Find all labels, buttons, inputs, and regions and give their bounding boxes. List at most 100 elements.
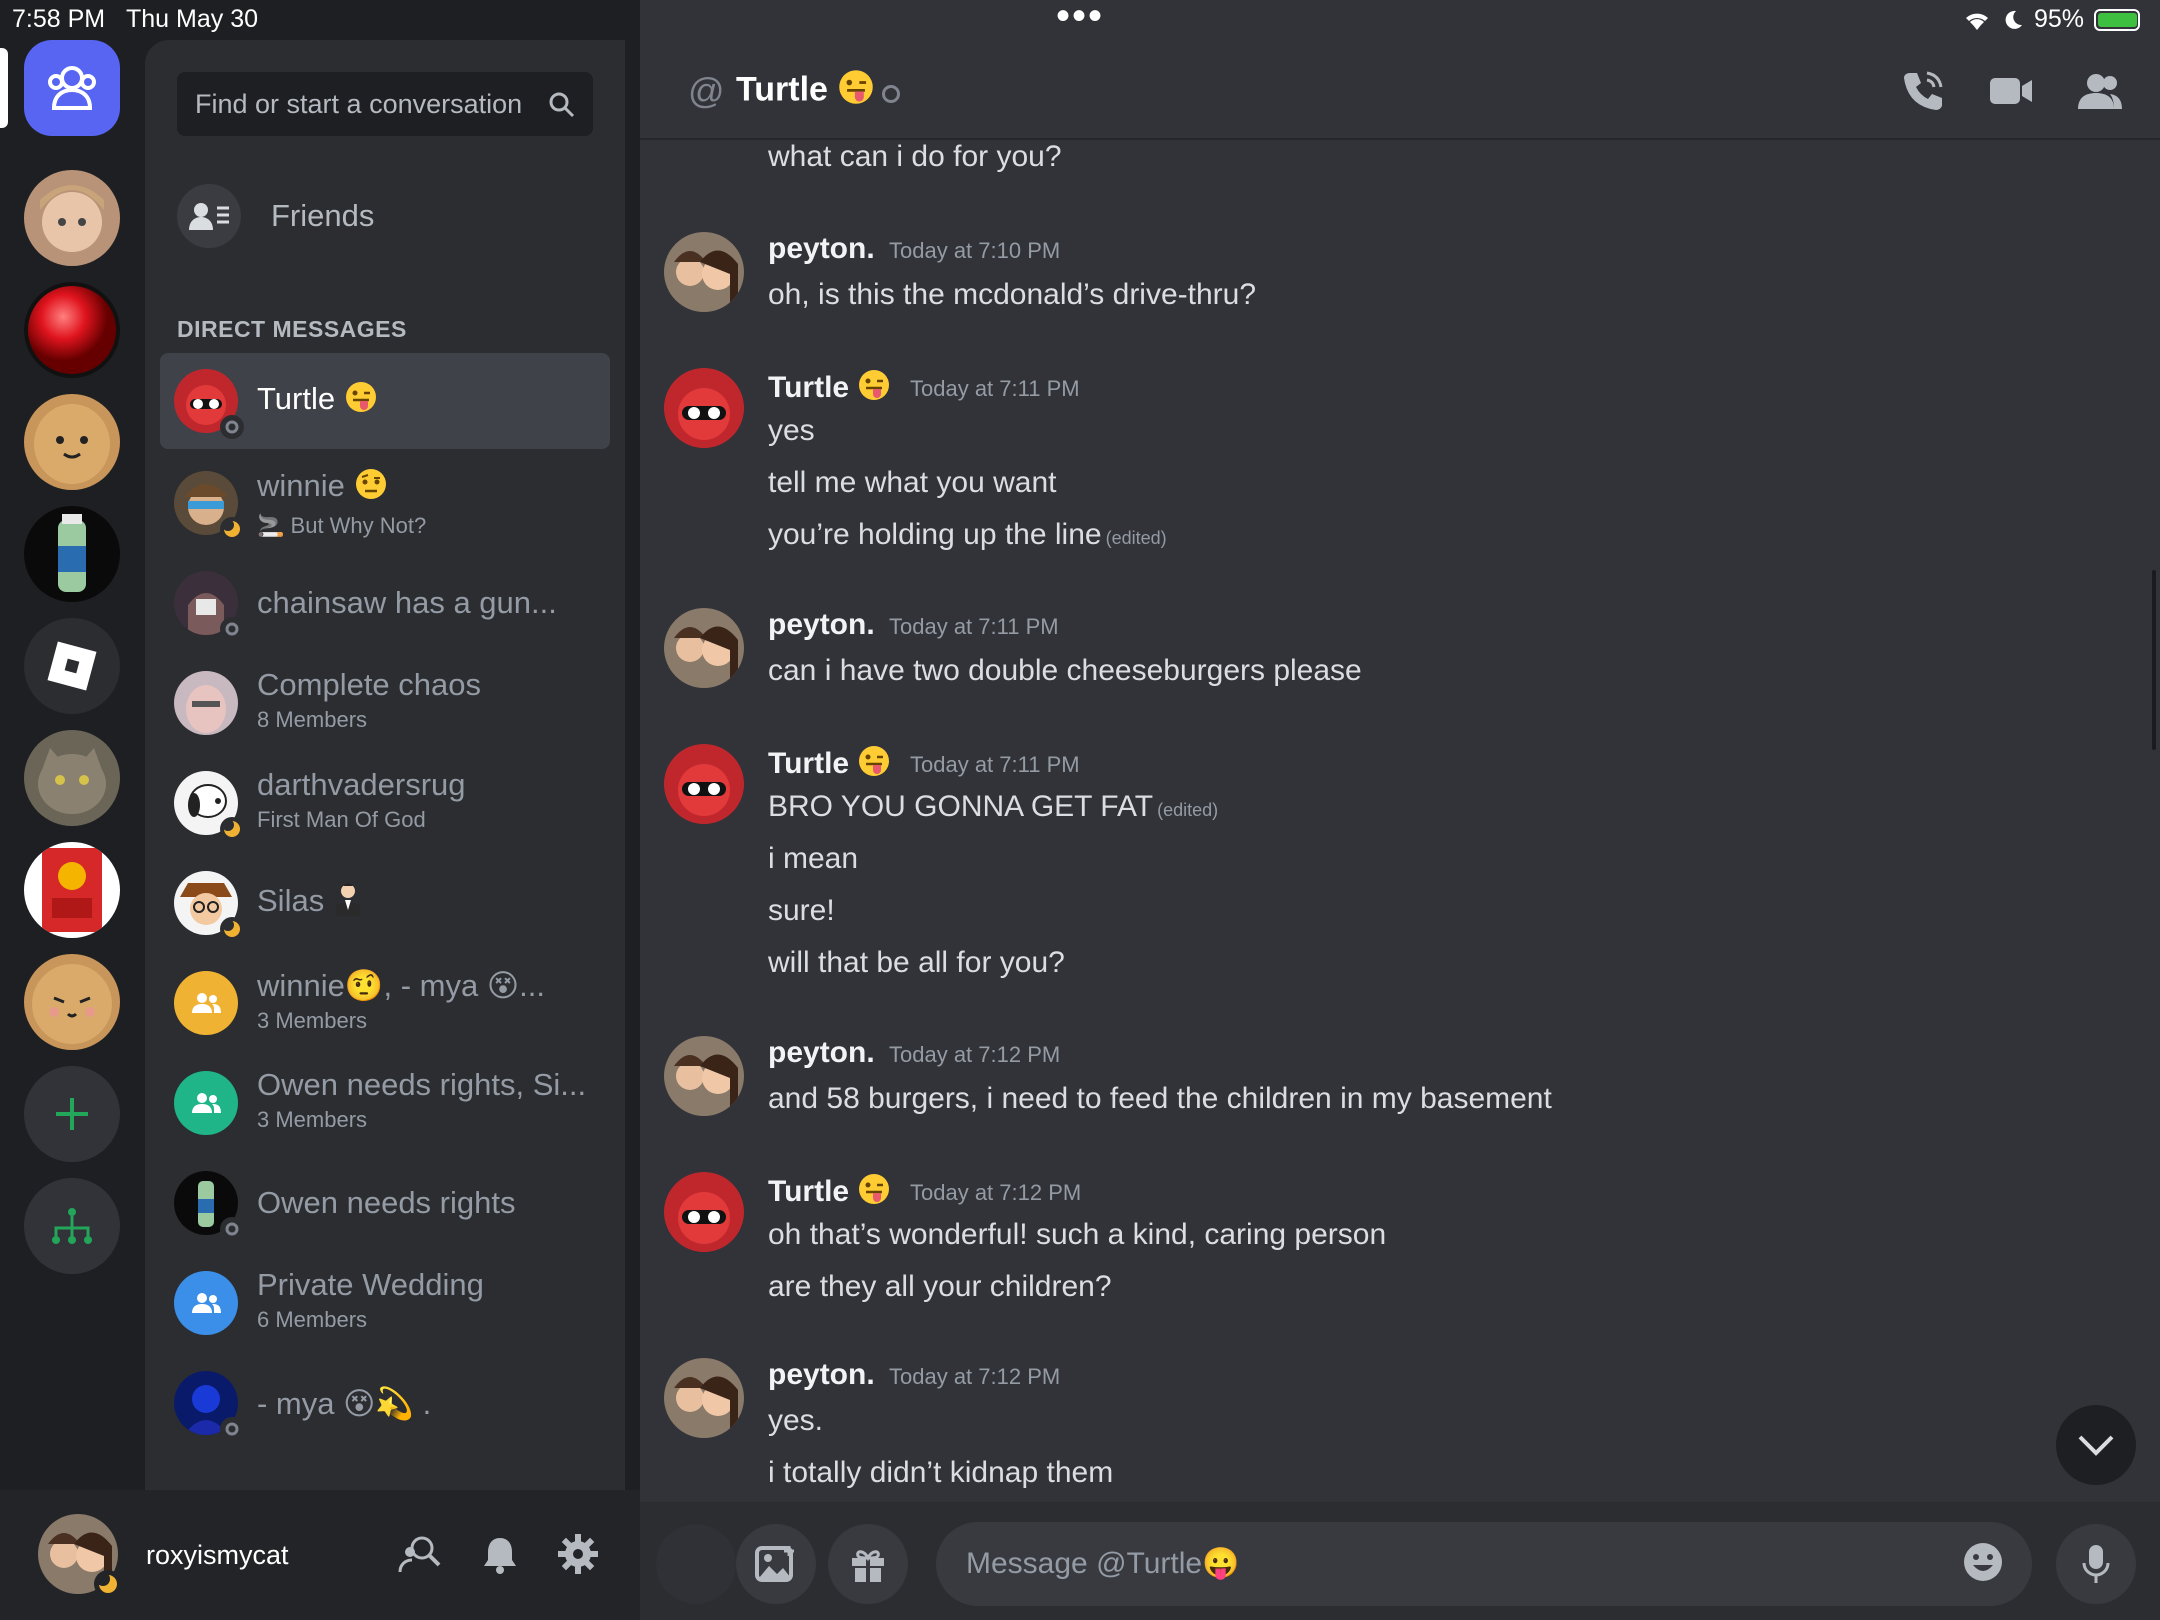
message-line: sure!	[768, 894, 835, 927]
upload-image-button[interactable]	[736, 1524, 816, 1604]
friends-button[interactable]: Friends	[177, 180, 374, 252]
search-bar[interactable]: Find or start a conversation	[177, 72, 593, 136]
idle-status-icon	[94, 1570, 122, 1598]
dm-custom-status: First Man Of God	[257, 807, 426, 832]
chat-recipient-name[interactable]: Turtle	[736, 68, 875, 115]
idle-status-icon	[220, 917, 244, 941]
message-line: i mean	[768, 842, 859, 875]
server-icon-red-ball[interactable]	[24, 282, 120, 378]
add-server-button[interactable]	[24, 1066, 120, 1162]
author-name[interactable]: peyton.	[768, 232, 875, 266]
message-line: you’re holding up the line (edited)	[768, 518, 1167, 551]
dm-item-complete-chaos[interactable]: Complete chaos 8 Members	[160, 653, 610, 753]
dm-name: Silas	[257, 883, 325, 919]
dm-item-group-owen-silas[interactable]: Owen needs rights, Si... 3 Members	[160, 1053, 610, 1153]
username: roxyismycat	[146, 1540, 289, 1570]
avatar	[174, 1271, 238, 1335]
author-avatar[interactable]	[664, 744, 744, 824]
wifi-icon	[1965, 13, 1988, 30]
dm-section-header: DIRECT MESSAGES	[177, 316, 407, 342]
message-line: BRO YOU GONNA GET FAT (edited)	[768, 790, 1219, 823]
user-avatar[interactable]	[38, 1514, 122, 1598]
plus-icon	[56, 1098, 88, 1130]
avatar	[174, 471, 244, 541]
author-name[interactable]: peyton.	[768, 1358, 875, 1392]
dm-item-chainsaw[interactable]: chainsaw has a gun...	[160, 553, 610, 653]
author-avatar[interactable]	[664, 608, 744, 688]
message-input[interactable]	[964, 1546, 1868, 1582]
offline-status-icon	[220, 617, 244, 641]
dm-name: Turtle	[257, 381, 336, 417]
server-icon-potato[interactable]	[24, 394, 120, 490]
scrollbar[interactable]	[2152, 570, 2156, 750]
message-line: and 58 burgers, i need to feed the child…	[768, 1082, 1552, 1115]
author-avatar[interactable]	[664, 368, 744, 448]
dm-item-silas[interactable]: Silas	[160, 853, 610, 953]
tongue-emoji-icon	[857, 1172, 891, 1214]
author-name[interactable]: Turtle	[768, 744, 891, 786]
status-bar: 7:58 PM Thu May 30 ••• 95%	[0, 0, 2160, 40]
edited-label: (edited)	[1105, 528, 1167, 548]
dm-panel: Find or start a conversation Friends DIR…	[145, 40, 625, 1490]
emoji-picker-button[interactable]	[1962, 1541, 2004, 1588]
edited-label: (edited)	[1157, 800, 1219, 820]
server-icon-child-photo[interactable]	[24, 170, 120, 266]
dm-item-private-wedding[interactable]: Private Wedding 6 Members	[160, 1253, 610, 1353]
find-user-button[interactable]	[396, 1530, 444, 1578]
tongue-emoji-icon	[344, 380, 378, 422]
dm-item-darthvadersrug[interactable]: darthvadersrug First Man Of God	[160, 753, 610, 853]
avatar	[174, 971, 238, 1035]
offline-status-icon	[882, 85, 900, 103]
dm-custom-status: But Why Not?	[290, 513, 427, 538]
timestamp: Today at 7:11 PM	[910, 376, 1080, 401]
attach-button[interactable]	[656, 1524, 736, 1604]
explore-servers-button[interactable]	[24, 1178, 120, 1274]
settings-button[interactable]	[554, 1530, 602, 1578]
avatar	[174, 369, 244, 439]
notifications-button[interactable]	[476, 1530, 524, 1578]
dm-item-group-winnie-mya[interactable]: winnie🤨, - mya 😵... 3 Members	[160, 953, 610, 1053]
member-list-button[interactable]	[2074, 66, 2124, 116]
server-icon-sunchips[interactable]	[24, 842, 120, 938]
dm-item-turtle[interactable]: Turtle	[160, 353, 610, 449]
author-avatar[interactable]	[664, 1172, 744, 1252]
search-user-icon	[398, 1536, 441, 1573]
dm-item-winnie[interactable]: winnie 🚬 But Why Not?	[160, 453, 610, 553]
server-icon-roblox[interactable]	[24, 618, 120, 714]
message-line: can i have two double cheeseburgers plea…	[768, 654, 1362, 687]
status-time: 7:58 PM	[12, 5, 106, 33]
dm-name: - mya 😵💫 .	[257, 1385, 432, 1421]
jump-to-present-button[interactable]	[2056, 1405, 2136, 1485]
offline-status-icon	[220, 1417, 244, 1441]
gift-button[interactable]	[828, 1524, 908, 1604]
multitasking-dots[interactable]: •••	[1056, 0, 1104, 39]
author-name[interactable]: Turtle	[768, 368, 891, 410]
dm-member-count: 3 Members	[257, 1107, 368, 1132]
tongue-emoji-icon	[857, 744, 891, 786]
dm-name: winnie🤨, - mya 😵...	[257, 968, 545, 1003]
server-icon-potato-2[interactable]	[24, 954, 120, 1050]
direct-messages-home-button[interactable]	[24, 40, 120, 136]
friends-icon	[48, 66, 96, 110]
offline-status-icon	[220, 415, 244, 439]
author-name[interactable]: peyton.	[768, 1036, 875, 1070]
avatar	[174, 771, 244, 841]
server-icon-cat[interactable]	[24, 730, 120, 826]
video-call-button[interactable]	[1986, 66, 2036, 116]
author-avatar[interactable]	[664, 1036, 744, 1116]
author-avatar[interactable]	[664, 232, 744, 312]
message-list[interactable]: what can i do for you? peyton. Today at …	[640, 140, 2160, 1500]
friends-label: Friends	[271, 198, 375, 233]
voice-message-button[interactable]	[2056, 1524, 2136, 1604]
hub-icon	[52, 1208, 92, 1244]
author-name[interactable]: peyton.	[768, 608, 875, 642]
bell-icon	[484, 1538, 516, 1574]
dm-item-mya[interactable]: - mya 😵💫 .	[160, 1353, 610, 1453]
author-avatar[interactable]	[664, 1358, 744, 1438]
voice-call-button[interactable]	[1898, 66, 1948, 116]
server-icon-bottle[interactable]	[24, 506, 120, 602]
dm-item-owen-needs-rights[interactable]: Owen needs rights	[160, 1153, 610, 1253]
microphone-icon	[2082, 1545, 2110, 1583]
author-name[interactable]: Turtle	[768, 1172, 891, 1214]
idle-status-icon	[220, 517, 244, 541]
